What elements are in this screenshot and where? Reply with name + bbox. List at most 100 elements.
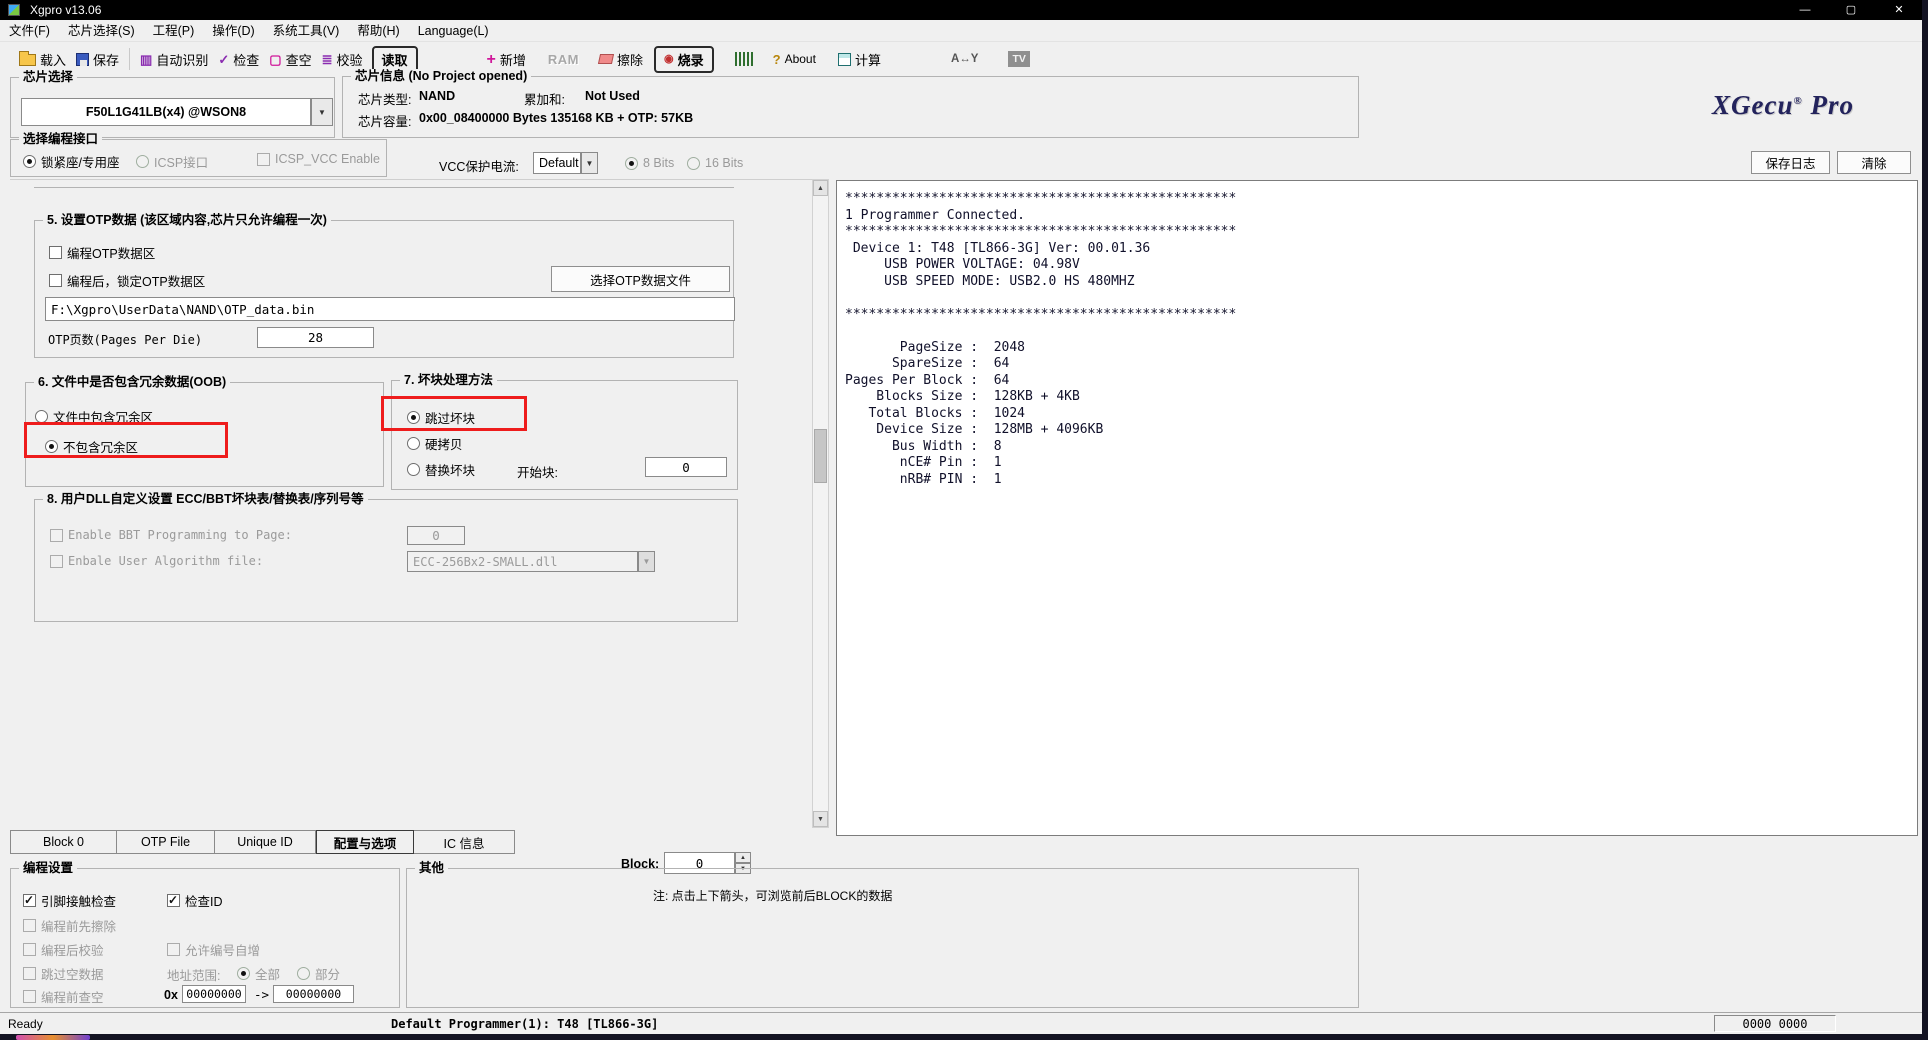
block-spin-up-button[interactable]: ▲ <box>735 852 751 863</box>
erase-before-checkbox[interactable]: 编程前先擦除 <box>23 916 116 935</box>
address-to-input[interactable]: 00000000 <box>273 985 354 1003</box>
status-programmer: Default Programmer(1): T48 [TL866-3G] <box>391 1017 658 1031</box>
maximize-button[interactable]: ▢ <box>1836 0 1866 20</box>
icsp-radio[interactable]: ICSP接口 <box>136 152 208 171</box>
tab-ic-info[interactable]: IC 信息 <box>414 830 515 854</box>
blank-before-checkbox[interactable]: 编程前查空 <box>23 987 104 1006</box>
statusbar: Ready Default Programmer(1): T48 [TL866-… <box>0 1012 1922 1034</box>
oob-group-title: 6. 文件中是否包含冗余数据(OOB) <box>34 375 230 390</box>
bits8-radio-circle[interactable] <box>625 157 638 170</box>
minimize-button[interactable]: — <box>1790 0 1820 20</box>
scroll-up-button[interactable]: ▲ <box>813 180 828 196</box>
auto-serial-checkbox[interactable]: 允许编号自增 <box>167 940 260 959</box>
hard-copy-radio-circle[interactable] <box>407 437 420 450</box>
address-from-input[interactable]: 00000000 <box>182 985 246 1003</box>
bits16-radio[interactable]: 16 Bits <box>687 156 743 170</box>
socket-radio-circle[interactable] <box>23 155 36 168</box>
replace-bad-block-radio[interactable]: 替换坏块 <box>407 460 475 479</box>
program-button[interactable]: ◉ 烧录 <box>654 46 714 73</box>
skip-blank-checkbox[interactable]: 跳过空数据 <box>23 964 104 983</box>
clear-log-button[interactable]: 清除 <box>1837 151 1911 174</box>
ab-y-adapter-button[interactable]: A↔Y <box>946 51 983 67</box>
close-button[interactable]: ✕ <box>1884 0 1914 20</box>
icsp-vcc-checkbox-box[interactable] <box>257 153 270 166</box>
tab-unique-id[interactable]: Unique ID <box>215 830 316 854</box>
about-button[interactable]: ? About <box>768 50 821 69</box>
menu-system-tools[interactable]: 系统工具(V) <box>264 20 349 42</box>
hard-copy-radio[interactable]: 硬拷贝 <box>407 434 463 453</box>
bits8-radio[interactable]: 8 Bits <box>625 156 674 170</box>
calc-button[interactable]: 计算 <box>833 48 886 71</box>
verify-after-checkbox-box[interactable] <box>23 943 36 956</box>
checksum-value: Not Used <box>585 89 640 103</box>
log-panel[interactable]: ****************************************… <box>836 180 1918 836</box>
algorithm-file-dropdown-button[interactable]: ▼ <box>638 551 655 572</box>
scrollbar-thumb[interactable] <box>814 429 827 483</box>
verify-after-checkbox[interactable]: 编程后校验 <box>23 940 104 959</box>
lock-otp-checkbox[interactable]: 编程后，锁定OTP数据区 <box>49 271 205 290</box>
erase-before-checkbox-box[interactable] <box>23 919 36 932</box>
blank-before-checkbox-box[interactable] <box>23 990 36 1003</box>
menu-file[interactable]: 文件(F) <box>0 20 59 42</box>
addr-partial-radio-circle[interactable] <box>297 967 310 980</box>
addr-all-radio-circle[interactable] <box>237 967 250 980</box>
pin-check-checkbox-box[interactable] <box>23 894 36 907</box>
addr-all-radio[interactable]: 全部 <box>237 964 280 983</box>
app-icon <box>8 4 20 16</box>
choose-otp-file-button[interactable]: 选择OTP数据文件 <box>551 266 730 292</box>
icsp-vcc-checkbox[interactable]: ICSP_VCC Enable <box>257 152 380 166</box>
ram-button[interactable]: RAM <box>543 50 584 69</box>
auto-detect-button[interactable]: ▥ 自动识别 <box>135 48 213 71</box>
bbt-page-input[interactable]: 0 <box>407 526 465 545</box>
otp-file-path-input[interactable]: F:\Xgpro\UserData\NAND\OTP_data.bin <box>45 297 735 321</box>
vcc-protect-select[interactable]: Default <box>533 152 581 174</box>
program-otp-checkbox[interactable]: 编程OTP数据区 <box>49 243 155 262</box>
program-otp-checkbox-box[interactable] <box>49 246 62 259</box>
scroll-down-button[interactable]: ▼ <box>813 811 828 827</box>
menu-help[interactable]: 帮助(H) <box>348 20 408 42</box>
addr-partial-radio[interactable]: 部分 <box>297 964 340 983</box>
verify-button[interactable]: ≣ 校验 <box>317 48 368 71</box>
blank-check-button[interactable]: ▢ 查空 <box>264 48 316 71</box>
chip-type-label: 芯片类型: <box>358 89 411 108</box>
vcc-protect-dropdown-button[interactable]: ▼ <box>581 152 598 174</box>
calculator-icon <box>838 53 851 66</box>
check-id-checkbox-box[interactable] <box>167 894 180 907</box>
settings-panel-scrollbar[interactable]: ▲ ▼ <box>812 179 829 828</box>
menu-project[interactable]: 工程(P) <box>144 20 204 42</box>
socket-radio[interactable]: 锁紧座/专用座 <box>23 152 119 171</box>
erase-button[interactable]: 擦除 <box>594 48 648 71</box>
start-block-input[interactable]: 0 <box>645 457 727 477</box>
skip-blank-checkbox-box[interactable] <box>23 967 36 980</box>
user-algorithm-checkbox-box[interactable] <box>50 555 63 568</box>
icsp-radio-circle[interactable] <box>136 155 149 168</box>
replace-bad-block-radio-circle[interactable] <box>407 463 420 476</box>
otp-pages-input[interactable]: 28 <box>257 327 374 348</box>
user-algorithm-checkbox[interactable]: Enbale User Algorithm file: <box>50 554 263 568</box>
menu-operation[interactable]: 操作(D) <box>203 20 263 42</box>
lock-otp-checkbox-box[interactable] <box>49 274 62 287</box>
pin-check-checkbox[interactable]: 引脚接触检查 <box>23 891 116 910</box>
tv-button[interactable]: TV <box>1003 49 1034 69</box>
auto-serial-checkbox-box[interactable] <box>167 943 180 956</box>
algorithm-file-select[interactable]: ECC-256Bx2-SMALL.dll <box>407 551 638 572</box>
add-button[interactable]: + 新增 <box>482 48 531 71</box>
bbt-programming-checkbox[interactable]: Enable BBT Programming to Page: <box>50 528 292 542</box>
check-button[interactable]: ✓ 检查 <box>213 48 264 71</box>
menu-chip-select[interactable]: 芯片选择(S) <box>59 20 144 42</box>
load-button[interactable]: 载入 <box>14 48 71 71</box>
chip-select-group-title: 芯片选择 <box>19 70 77 85</box>
tab-config-options[interactable]: 配置与选项 <box>316 830 414 854</box>
chip-select-dropdown-button[interactable]: ▼ <box>311 98 333 126</box>
annotation-box-no-oob <box>24 422 228 458</box>
check-id-checkbox[interactable]: 检查ID <box>167 891 223 910</box>
save-log-button[interactable]: 保存日志 <box>1751 151 1830 174</box>
bits16-radio-circle[interactable] <box>687 157 700 170</box>
tab-block0[interactable]: Block 0 <box>10 830 117 854</box>
bbt-programming-checkbox-box[interactable] <box>50 529 63 542</box>
menu-language[interactable]: Language(L) <box>409 20 498 42</box>
save-button[interactable]: 保存 <box>71 48 124 71</box>
barcode-button[interactable] <box>730 50 758 68</box>
tab-otp-file[interactable]: OTP File <box>117 830 215 854</box>
chip-select-combobox[interactable]: F50L1G41LB(x4) @WSON8 <box>21 98 311 126</box>
